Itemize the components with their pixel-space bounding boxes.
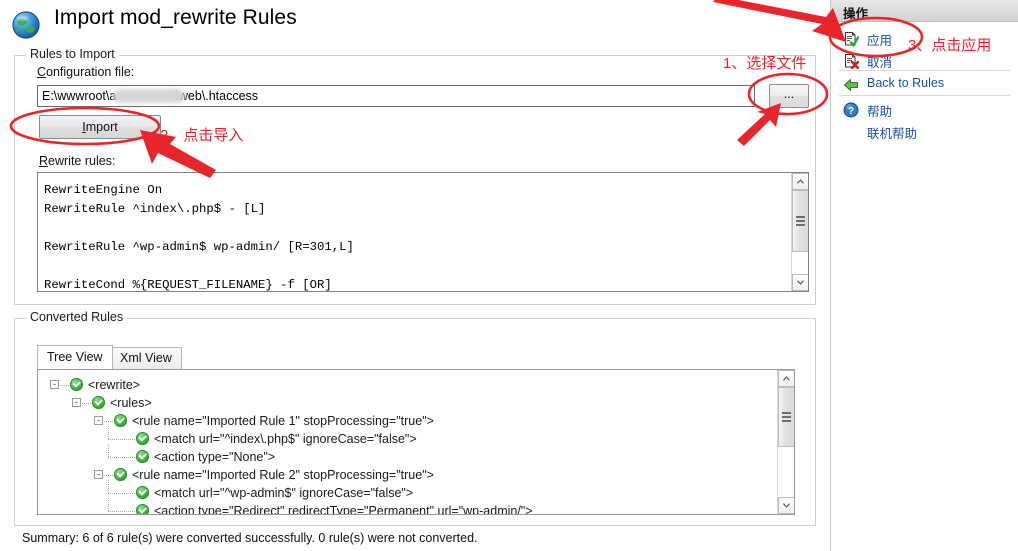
- tree-connector: [108, 457, 135, 458]
- tree-node-check-icon: [136, 504, 149, 514]
- tree-node[interactable]: - <rewrite>: [38, 376, 777, 394]
- converted-rules-label: Converted Rules: [26, 310, 128, 324]
- actions-separator-2: [839, 95, 1011, 96]
- tree-connector-vertical: [108, 426, 109, 439]
- converted-rules-group: Converted Rules Tree View Xml View - <rew…: [14, 310, 816, 526]
- tree-node[interactable]: - <rules>: [38, 394, 777, 412]
- actions-pane-header: 操作: [831, 0, 1018, 22]
- tree-node[interactable]: - <rule name="Imported Rule 2" stopProces…: [38, 466, 777, 484]
- action-online-help[interactable]: 联机帮助: [831, 121, 1018, 143]
- converted-rules-tree[interactable]: - <rewrite> - <rules> - <rule name="Imported …: [37, 369, 795, 515]
- tree-scroll-thumb[interactable]: [778, 387, 794, 447]
- tree-node-label: <rules>: [110, 396, 152, 410]
- back-arrow-icon: [844, 79, 858, 91]
- tree-node-check-icon: [136, 450, 149, 463]
- action-apply-label: 应用: [867, 34, 893, 48]
- page-header: Import mod_rewrite Rules: [0, 4, 830, 42]
- tree-node[interactable]: <match url="^index\.php$" ignoreCase="fa…: [38, 426, 777, 448]
- tree-expander-icon[interactable]: -: [72, 398, 81, 407]
- tree-node-label: <match url="^wp-admin$" ignoreCase="fals…: [154, 486, 414, 500]
- tree-scroll-up-icon[interactable]: [778, 370, 794, 387]
- tree-node-label: <rewrite>: [88, 378, 141, 392]
- rules-to-import-group: Rules to Import Configuration file: ... …: [14, 47, 816, 305]
- browse-file-button[interactable]: ...: [769, 84, 809, 108]
- main-content-pane: Import mod_rewrite Rules Rules to Import…: [0, 0, 830, 551]
- tree-node-check-icon: [114, 414, 127, 427]
- svg-text:?: ?: [848, 106, 854, 117]
- tree-node-check-icon: [136, 486, 149, 499]
- configuration-file-input-wrapper[interactable]: [37, 85, 755, 107]
- page-title: Import mod_rewrite Rules: [54, 6, 297, 29]
- tree-node[interactable]: <match url="^wp-admin$" ignoreCase="fals…: [38, 480, 777, 502]
- import-mod-rewrite-rules-window: Import mod_rewrite Rules Rules to Import…: [0, 0, 1018, 551]
- rules-to-import-label: Rules to Import: [26, 47, 119, 61]
- annotation-text: 2、点击导入: [160, 127, 244, 144]
- tree-node-label: <action type="None">: [154, 450, 276, 464]
- action-online-help-label: 联机帮助: [867, 127, 918, 141]
- action-help[interactable]: ? 帮助: [831, 99, 1018, 121]
- tree-scroll-down-icon[interactable]: [778, 497, 794, 514]
- scroll-down-icon[interactable]: [792, 274, 808, 291]
- cancel-document-x-icon: [845, 54, 859, 69]
- rewrite-rules-textarea[interactable]: RewriteEngine On RewriteRule ^index\.php…: [38, 173, 793, 291]
- tree-node[interactable]: <action type="Redirect" redirectType="Pe…: [38, 498, 777, 514]
- annotation-text: 1、选择文件: [723, 55, 807, 72]
- tree-scrollbar[interactable]: [777, 370, 794, 514]
- tree-expander-icon[interactable]: -: [94, 470, 103, 479]
- tab-xml-view[interactable]: Xml View: [110, 347, 182, 369]
- action-back-to-rules-label: Back to Rules: [867, 76, 945, 90]
- tree-connector: [60, 385, 69, 386]
- tree-connector-vertical: [108, 498, 109, 511]
- tree-node-check-icon: [114, 468, 127, 481]
- import-button[interactable]: Import: [39, 115, 161, 139]
- action-back-to-rules[interactable]: Back to Rules: [831, 74, 1018, 96]
- tree-expander-icon[interactable]: -: [94, 416, 103, 425]
- tree-node[interactable]: <action type="None">: [38, 444, 777, 466]
- tree-node-list: - <rewrite> - <rules> - <rule name="Imported …: [38, 370, 777, 514]
- tree-node-label: <rule name="Imported Rule 1" stopProcess…: [132, 414, 434, 428]
- annotation-text: 3、点击应用: [908, 37, 992, 54]
- tree-connector: [104, 475, 113, 476]
- tree-connector: [108, 439, 135, 440]
- tree-node-check-icon: [136, 432, 149, 445]
- tree-node[interactable]: - <rule name="Imported Rule 1" stopProces…: [38, 412, 777, 430]
- rewrite-rules-scrollbar[interactable]: [791, 173, 808, 291]
- rewrite-rules-label: Rewrite rules:: [39, 154, 116, 168]
- action-cancel-label: 取消: [867, 56, 893, 70]
- tree-node-label: <rule name="Imported Rule 2" stopProcess…: [132, 468, 434, 482]
- scroll-up-icon[interactable]: [792, 173, 808, 190]
- action-help-label: 帮助: [867, 105, 893, 119]
- tree-node-label: <match url="^index\.php$" ignoreCase="fa…: [154, 432, 417, 446]
- rewrite-rules-textarea-container[interactable]: RewriteEngine On RewriteRule ^index\.php…: [37, 172, 809, 292]
- configuration-file-label: Configuration file:: [37, 65, 135, 79]
- tab-tree-view[interactable]: Tree View: [37, 345, 113, 369]
- tree-node-label: <action type="Redirect" redirectType="Pe…: [154, 504, 533, 514]
- tree-connector: [108, 511, 135, 512]
- scroll-grip-icon: [796, 214, 805, 228]
- tree-node-check-icon: [92, 396, 105, 409]
- tree-connector: [104, 421, 113, 422]
- help-question-icon: ?: [843, 102, 859, 118]
- actions-separator-1: [839, 70, 1011, 71]
- actions-pane: 操作 应用 取消 Back to Rules ? 帮助 联机帮助: [830, 0, 1018, 551]
- apply-document-check-icon: [845, 32, 859, 47]
- tree-connector-vertical: [108, 480, 109, 493]
- tree-expander-icon[interactable]: -: [50, 380, 59, 389]
- tree-connector-vertical: [108, 444, 109, 457]
- configuration-file-input[interactable]: [38, 86, 754, 106]
- tree-connector: [108, 493, 135, 494]
- tree-connector: [82, 403, 91, 404]
- tree-node-check-icon: [70, 378, 83, 391]
- tree-scroll-grip-icon: [782, 410, 791, 424]
- conversion-summary: Summary: 6 of 6 rule(s) were converted s…: [22, 531, 478, 545]
- scroll-thumb[interactable]: [792, 190, 808, 252]
- actions-pane-title: 操作: [843, 7, 869, 21]
- globe-icon: [12, 11, 40, 39]
